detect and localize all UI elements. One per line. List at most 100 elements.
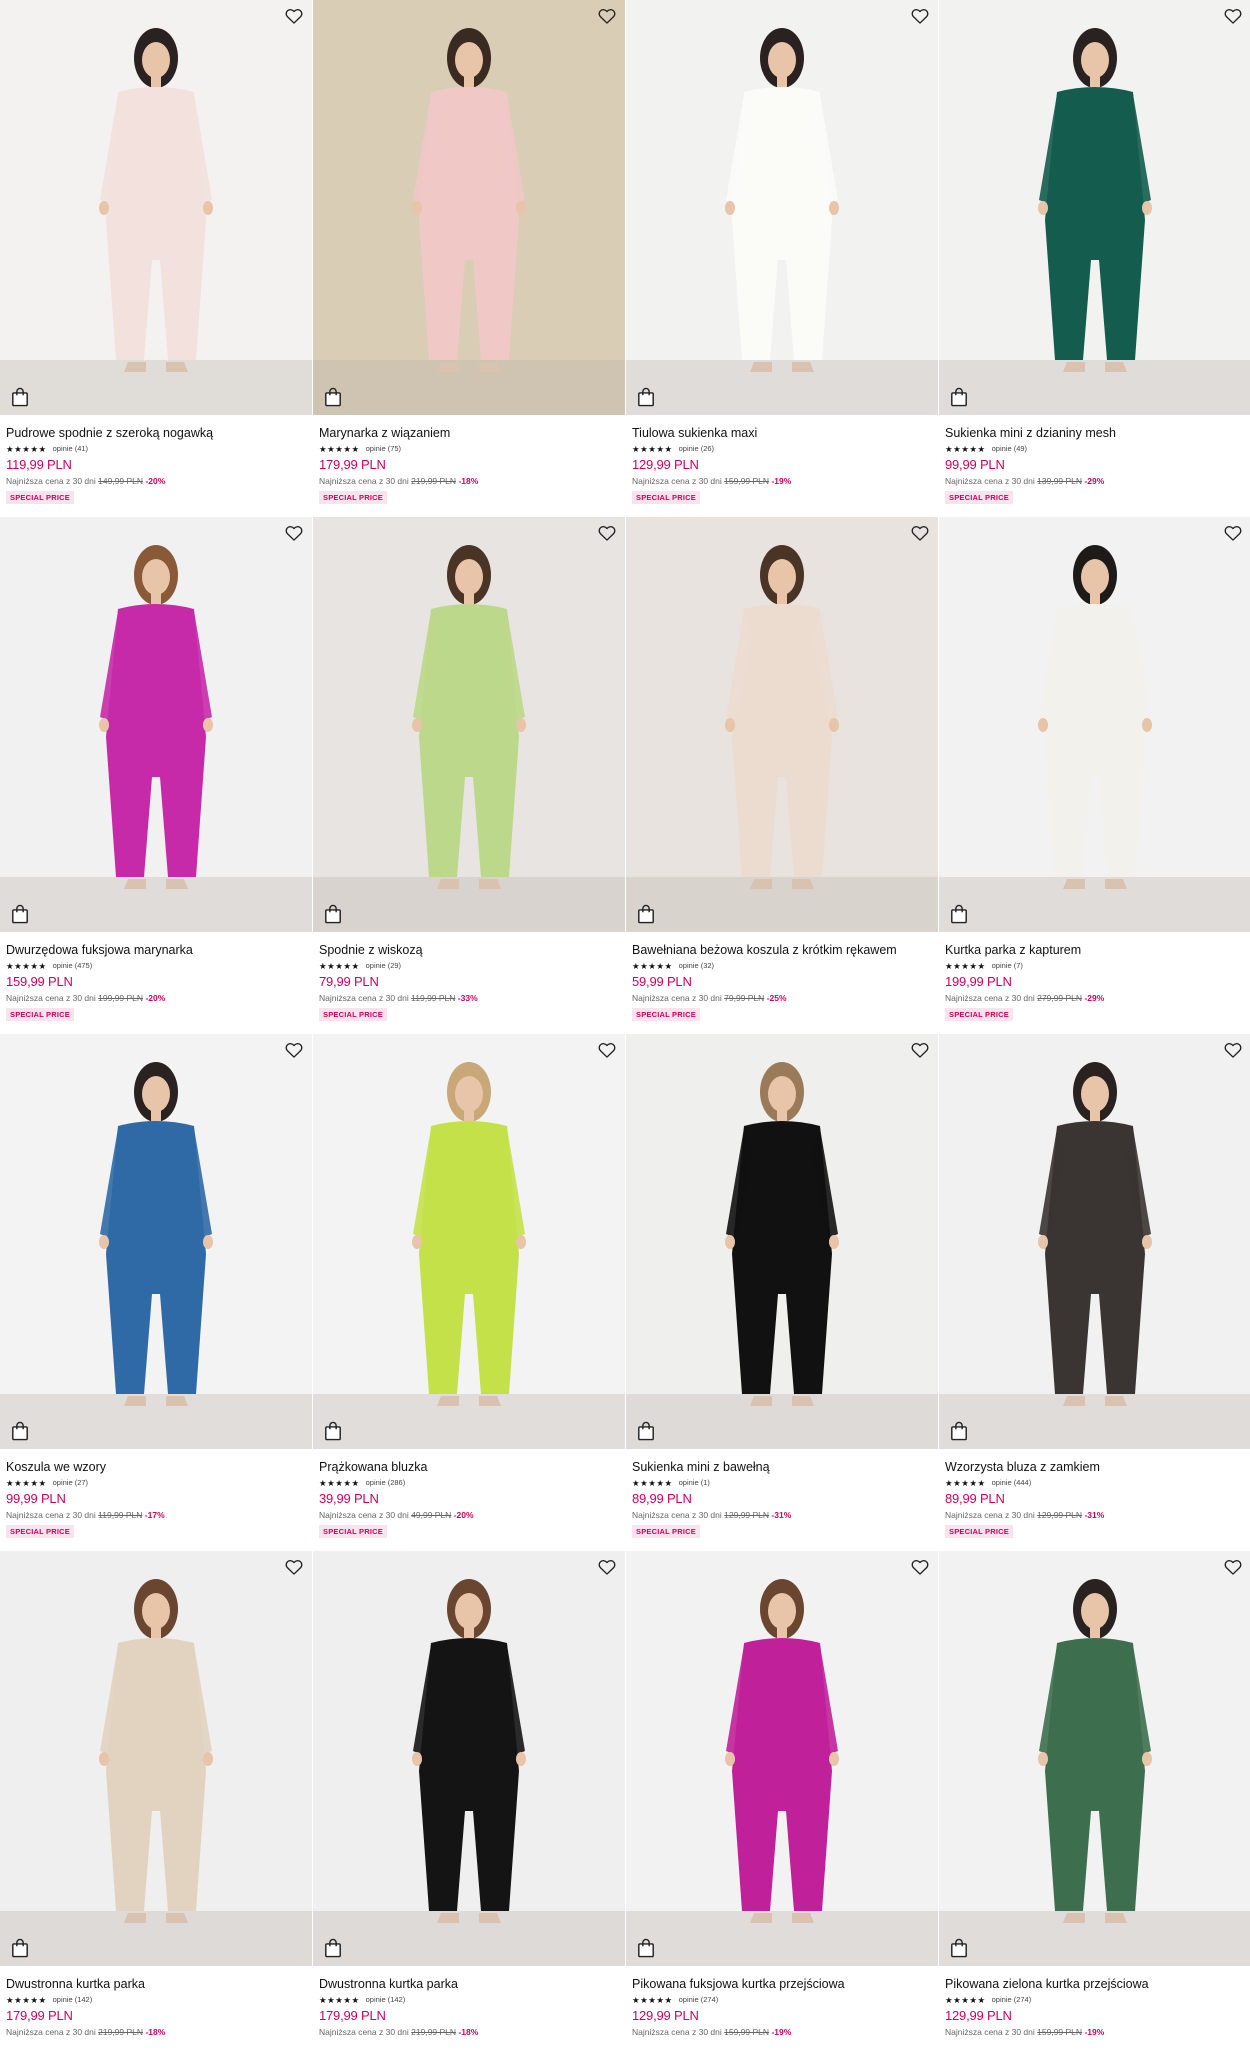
product-image[interactable] (626, 1551, 938, 1966)
review-count[interactable]: opinie (49) (992, 444, 1027, 454)
review-count[interactable]: opinie (286) (366, 1478, 406, 1488)
review-count[interactable]: opinie (41) (53, 444, 88, 454)
product-name[interactable]: Marynarka z wiązaniem (319, 426, 619, 441)
product-image[interactable] (313, 517, 625, 932)
review-count[interactable]: opinie (274) (992, 1995, 1032, 2005)
shopping-bag-icon[interactable] (637, 1421, 655, 1441)
shopping-bag-icon[interactable] (324, 1421, 342, 1441)
product-name[interactable]: Bawełniana beżowa koszula z krótkim ręka… (632, 943, 932, 958)
product-name[interactable]: Wzorzysta bluza z zamkiem (945, 1460, 1245, 1475)
review-count[interactable]: opinie (29) (366, 961, 401, 971)
review-count[interactable]: opinie (142) (53, 1995, 93, 2005)
product-image[interactable] (939, 1034, 1250, 1449)
product-name[interactable]: Koszula we wzory (6, 1460, 306, 1475)
heart-outline-icon[interactable] (1223, 6, 1243, 26)
heart-outline-icon[interactable] (597, 6, 617, 26)
product-card[interactable]: Pudrowe spodnie z szeroką nogawką ★★★★★ … (0, 0, 312, 517)
review-count[interactable]: opinie (7) (992, 961, 1023, 971)
heart-outline-icon[interactable] (1223, 1040, 1243, 1060)
product-info: Wzorzysta bluza z zamkiem ★★★★★ opinie (… (939, 1449, 1250, 1539)
product-name[interactable]: Dwustronna kurtka parka (319, 1977, 619, 1992)
shopping-bag-icon[interactable] (324, 387, 342, 407)
product-name[interactable]: Prążkowana bluzka (319, 1460, 619, 1475)
product-card[interactable]: Kurtka parka z kapturem ★★★★★ opinie (7)… (939, 517, 1250, 1034)
product-info: Pudrowe spodnie z szeroką nogawką ★★★★★ … (0, 415, 312, 505)
product-card[interactable]: Sukienka mini z dzianiny mesh ★★★★★ opin… (939, 0, 1250, 517)
shopping-bag-icon[interactable] (637, 904, 655, 924)
shopping-bag-icon[interactable] (11, 1938, 29, 1958)
product-image[interactable] (939, 1551, 1250, 1966)
heart-outline-icon[interactable] (284, 6, 304, 26)
product-name[interactable]: Kurtka parka z kapturem (945, 943, 1245, 958)
product-card[interactable]: Dwustronna kurtka parka ★★★★★ opinie (14… (0, 1551, 312, 2068)
product-card[interactable]: Sukienka mini z bawełną ★★★★★ opinie (1)… (626, 1034, 938, 1551)
heart-outline-icon[interactable] (284, 1040, 304, 1060)
product-card[interactable]: Tiulowa sukienka maxi ★★★★★ opinie (26) … (626, 0, 938, 517)
product-card[interactable]: Koszula we wzory ★★★★★ opinie (27) 99,99… (0, 1034, 312, 1551)
product-image[interactable] (0, 0, 312, 415)
review-count[interactable]: opinie (444) (992, 1478, 1032, 1488)
heart-outline-icon[interactable] (910, 6, 930, 26)
heart-outline-icon[interactable] (284, 523, 304, 543)
heart-outline-icon[interactable] (910, 1557, 930, 1577)
product-name[interactable]: Dwurzędowa fuksjowa marynarka (6, 943, 306, 958)
shopping-bag-icon[interactable] (324, 1938, 342, 1958)
shopping-bag-icon[interactable] (637, 1938, 655, 1958)
review-count[interactable]: opinie (142) (366, 1995, 406, 2005)
product-card[interactable]: Spodnie z wiskozą ★★★★★ opinie (29) 79,9… (313, 517, 625, 1034)
heart-outline-icon[interactable] (1223, 523, 1243, 543)
review-count[interactable]: opinie (75) (366, 444, 401, 454)
product-image[interactable] (0, 1034, 312, 1449)
product-image[interactable] (939, 0, 1250, 415)
product-name[interactable]: Dwustronna kurtka parka (6, 1977, 306, 1992)
product-image[interactable] (626, 0, 938, 415)
product-image[interactable] (313, 1551, 625, 1966)
shopping-bag-icon[interactable] (11, 1421, 29, 1441)
heart-outline-icon[interactable] (597, 1040, 617, 1060)
product-name[interactable]: Sukienka mini z bawełną (632, 1460, 932, 1475)
heart-outline-icon[interactable] (1223, 1557, 1243, 1577)
product-image[interactable] (0, 517, 312, 932)
heart-outline-icon[interactable] (597, 1557, 617, 1577)
shopping-bag-icon[interactable] (950, 1421, 968, 1441)
product-image[interactable] (0, 1551, 312, 1966)
shopping-bag-icon[interactable] (11, 387, 29, 407)
heart-outline-icon[interactable] (910, 523, 930, 543)
shopping-bag-icon[interactable] (950, 904, 968, 924)
heart-outline-icon[interactable] (597, 523, 617, 543)
product-card[interactable]: Bawełniana beżowa koszula z krótkim ręka… (626, 517, 938, 1034)
review-count[interactable]: opinie (26) (679, 444, 714, 454)
product-card[interactable]: Marynarka z wiązaniem ★★★★★ opinie (75) … (313, 0, 625, 517)
shopping-bag-icon[interactable] (324, 904, 342, 924)
product-card[interactable]: Prążkowana bluzka ★★★★★ opinie (286) 39,… (313, 1034, 625, 1551)
product-name[interactable]: Tiulowa sukienka maxi (632, 426, 932, 441)
product-name[interactable]: Pikowana zielona kurtka przejściowa (945, 1977, 1245, 1992)
review-count[interactable]: opinie (27) (53, 1478, 88, 1488)
shopping-bag-icon[interactable] (637, 387, 655, 407)
heart-outline-icon[interactable] (284, 1557, 304, 1577)
review-count[interactable]: opinie (274) (679, 1995, 719, 2005)
shopping-bag-icon[interactable] (950, 1938, 968, 1958)
review-count[interactable]: opinie (32) (679, 961, 714, 971)
product-image[interactable] (313, 1034, 625, 1449)
product-name[interactable]: Spodnie z wiskozą (319, 943, 619, 958)
shopping-bag-icon[interactable] (950, 387, 968, 407)
product-card[interactable]: Dwustronna kurtka parka ★★★★★ opinie (14… (313, 1551, 625, 2068)
product-name[interactable]: Pikowana fuksjowa kurtka przejściowa (632, 1977, 932, 1992)
product-image[interactable] (626, 1034, 938, 1449)
product-card[interactable]: Pikowana fuksjowa kurtka przejściowa ★★★… (626, 1551, 938, 2068)
review-count[interactable]: opinie (475) (53, 961, 93, 971)
product-name[interactable]: Sukienka mini z dzianiny mesh (945, 426, 1245, 441)
review-count[interactable]: opinie (1) (679, 1478, 710, 1488)
product-card[interactable]: Dwurzędowa fuksjowa marynarka ★★★★★ opin… (0, 517, 312, 1034)
product-image[interactable] (313, 0, 625, 415)
product-info: Koszula we wzory ★★★★★ opinie (27) 99,99… (0, 1449, 312, 1539)
product-card[interactable]: Pikowana zielona kurtka przejściowa ★★★★… (939, 1551, 1250, 2068)
product-info: Dwurzędowa fuksjowa marynarka ★★★★★ opin… (0, 932, 312, 1022)
heart-outline-icon[interactable] (910, 1040, 930, 1060)
product-name[interactable]: Pudrowe spodnie z szeroką nogawką (6, 426, 306, 441)
product-image[interactable] (939, 517, 1250, 932)
shopping-bag-icon[interactable] (11, 904, 29, 924)
product-image[interactable] (626, 517, 938, 932)
product-card[interactable]: Wzorzysta bluza z zamkiem ★★★★★ opinie (… (939, 1034, 1250, 1551)
